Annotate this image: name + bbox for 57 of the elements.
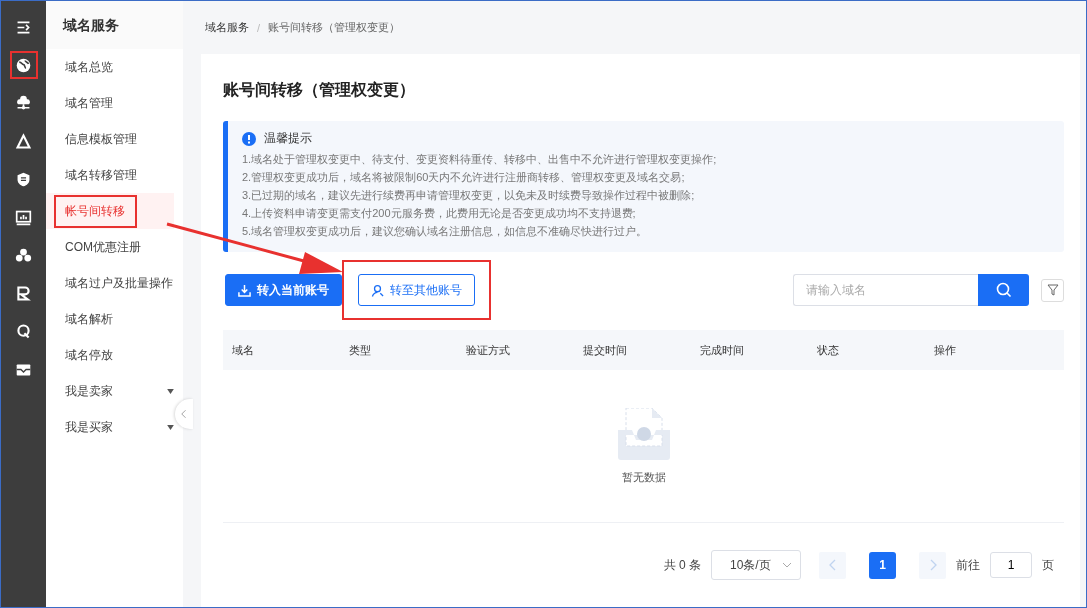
menu-item[interactable]: 域名停放 bbox=[46, 337, 174, 373]
chevron-right-icon bbox=[928, 559, 937, 571]
empty-text: 暂无数据 bbox=[621, 469, 666, 485]
menu-item[interactable]: 我是买家 bbox=[46, 409, 174, 445]
menu-item[interactable]: 域名解析 bbox=[46, 301, 174, 337]
menu-item[interactable]: COM优惠注册 bbox=[46, 229, 174, 265]
breadcrumb-separator: / bbox=[257, 21, 261, 34]
menu-item[interactable]: 域名管理 bbox=[46, 85, 174, 121]
import-button[interactable]: 转入当前账号 bbox=[225, 274, 342, 306]
column-header: 类型 bbox=[349, 342, 372, 358]
column-header: 操作 bbox=[934, 342, 957, 358]
empty-inbox-icon bbox=[617, 407, 670, 460]
notice-line: 4.上传资料申请变更需支付200元服务费，此费用无论是否变更成功均不支持退费; bbox=[242, 206, 637, 221]
transfer-button[interactable]: 转至其他账号 bbox=[358, 274, 475, 306]
page-number-field[interactable]: 1 bbox=[990, 552, 1032, 578]
user-icon bbox=[371, 283, 384, 297]
search-icon bbox=[995, 282, 1012, 298]
column-header: 完成时间 bbox=[700, 342, 745, 358]
sidebar-title: 域名服务 bbox=[46, 1, 183, 49]
menu-item[interactable]: 域名总览 bbox=[46, 49, 174, 85]
column-header: 验证方式 bbox=[466, 342, 511, 358]
breadcrumb-item[interactable]: 账号间转移（管理权变更） bbox=[268, 20, 401, 35]
search-button[interactable] bbox=[978, 274, 1029, 306]
info-icon bbox=[242, 131, 256, 146]
column-header: 提交时间 bbox=[583, 342, 628, 358]
nodes-icon[interactable] bbox=[15, 132, 32, 150]
breadcrumb-item[interactable]: 域名服务 bbox=[205, 20, 249, 35]
notice-line: 3.已过期的域名，建议先进行续费再申请管理权变更，以免未及时续费导致操作过程中被删除; bbox=[242, 188, 696, 203]
page-unit-label: 页 bbox=[1042, 556, 1054, 574]
notice-line: 1.域名处于管理权变更中、待支付、变更资料待重传、转移中、出售中不允许进行管理权变更操作; bbox=[242, 152, 718, 167]
page-size-select[interactable]: 10条/页 bbox=[711, 550, 801, 580]
goto-label: 前往 bbox=[956, 556, 980, 574]
chevron-left-icon bbox=[828, 559, 837, 571]
column-header: 状态 bbox=[817, 342, 840, 358]
filter-icon bbox=[1046, 284, 1059, 296]
monitor-icon[interactable] bbox=[15, 208, 32, 226]
globe-icon[interactable] bbox=[15, 56, 32, 74]
page-title: 账号间转移（管理权变更） bbox=[223, 80, 416, 100]
letter-icon[interactable] bbox=[15, 284, 32, 302]
notice-line: 2.管理权变更成功后，域名将被限制60天内不允许进行注册商转移、管理权变更及域名交易; bbox=[242, 170, 686, 185]
cubes-icon[interactable] bbox=[15, 246, 32, 264]
page-button[interactable]: 1 bbox=[869, 551, 896, 579]
menu-item[interactable]: 域名转移管理 bbox=[46, 157, 174, 193]
menu-item[interactable]: 域名过户及批量操作 bbox=[46, 265, 174, 301]
cloud-icon[interactable] bbox=[15, 94, 32, 112]
total-count: 共 0 条 bbox=[663, 556, 701, 574]
download-icon bbox=[238, 283, 251, 297]
search-field[interactable]: 请输入域名 bbox=[793, 274, 978, 306]
chevron-down-icon bbox=[782, 562, 792, 568]
notice-line: 5.域名管理权变更成功后，建议您确认域名注册信息，如信息不准确尽快进行过户。 bbox=[242, 224, 649, 239]
chevron-left-icon bbox=[181, 409, 187, 419]
column-header: 域名 bbox=[232, 342, 255, 358]
shield-icon[interactable] bbox=[15, 170, 32, 188]
notice-title: 温馨提示 bbox=[264, 131, 312, 146]
menu-item[interactable]: 信息模板管理 bbox=[46, 121, 174, 157]
menu-item[interactable]: 帐号间转移 bbox=[46, 193, 174, 229]
menu-item[interactable]: 我是卖家 bbox=[46, 373, 174, 409]
